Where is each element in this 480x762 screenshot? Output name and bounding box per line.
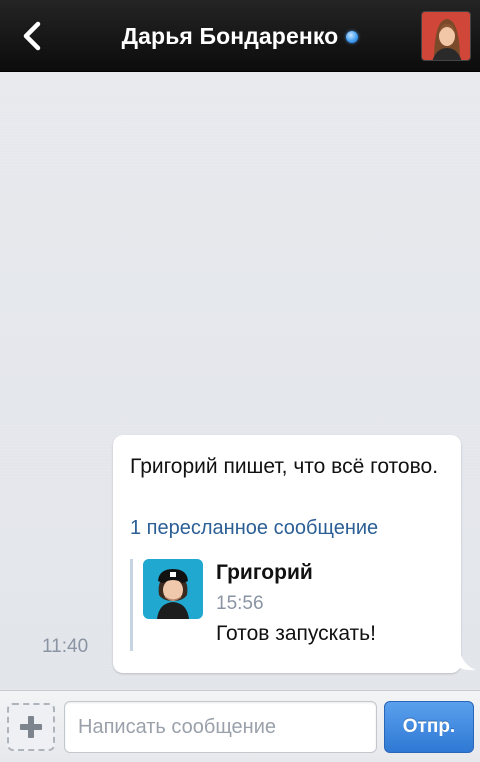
message-bubble[interactable]: Григорий пишет, что всё готово. 1 пересл…	[113, 435, 476, 673]
forwarded-author-avatar[interactable]	[143, 559, 203, 619]
attach-button[interactable]	[7, 703, 55, 751]
forwarded-message-text: Готов запускать!	[216, 622, 376, 645]
chevron-left-icon	[23, 21, 41, 51]
forwarded-quote-bar	[130, 559, 133, 651]
message-time: 11:40	[42, 636, 89, 657]
online-status-icon	[346, 31, 359, 43]
chat-area[interactable]: 11:40 Григорий пишет, что всё готово. 1 …	[0, 72, 480, 690]
forwarded-messages-link[interactable]: 1 пересланное сообщение	[130, 517, 378, 540]
back-button[interactable]	[10, 14, 54, 58]
send-button[interactable]: Отпр.	[384, 701, 474, 753]
contact-avatar-image	[422, 12, 470, 60]
bubble-tail	[453, 655, 476, 671]
conversation-header: Дарья Бондаренко	[70, 0, 410, 72]
message-text: Григорий пишет, что всё готово.	[130, 455, 439, 478]
top-bar: Дарья Бондаренко	[0, 0, 480, 72]
plus-icon	[20, 716, 42, 738]
message-composer: Отпр.	[0, 690, 480, 762]
forwarded-author-avatar-image	[143, 559, 203, 619]
message-input[interactable]	[64, 701, 377, 753]
forwarded-author-name[interactable]: Григорий	[216, 561, 313, 585]
conversation-title[interactable]: Дарья Бондаренко	[122, 23, 339, 50]
forwarded-message-time: 15:56	[216, 593, 264, 614]
contact-avatar[interactable]	[421, 11, 471, 61]
